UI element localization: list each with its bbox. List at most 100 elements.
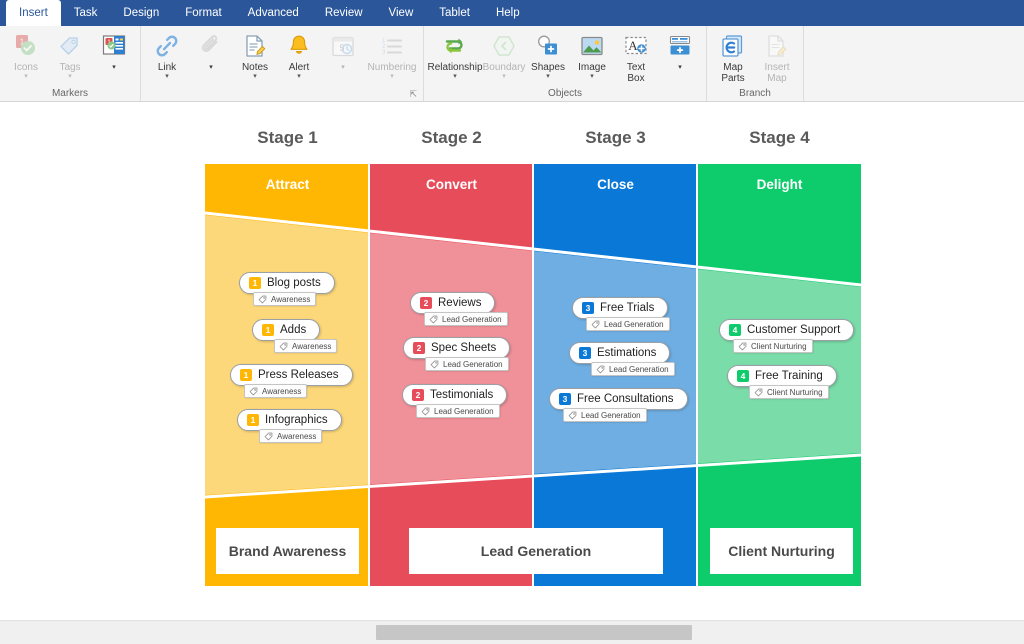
ribbon-button-image[interactable]: Image ▾ [570, 29, 614, 80]
ribbon-button-label: Alert [288, 62, 310, 73]
chevron-down-icon[interactable]: ▾ [453, 73, 457, 80]
topic-node[interactable]: 2 Testimonials Lead Generation [402, 384, 508, 418]
topic-node-pill[interactable]: 3 Estimations [569, 342, 671, 364]
topic-node-pill[interactable]: 4 Free Training [727, 365, 837, 387]
topic-node-pill[interactable]: 3 Free Consultations [549, 388, 688, 410]
topic-node[interactable]: 2 Reviews Lead Generation [410, 292, 508, 326]
topic-node-pill[interactable]: 1 Infographics [237, 409, 342, 431]
chevron-down-icon[interactable]: ▾ [297, 73, 301, 80]
paperclip-icon [198, 32, 224, 60]
topic-node[interactable]: 1 Blog posts Awareness [239, 272, 335, 306]
image-icon [579, 32, 605, 60]
topic-node[interactable]: 4 Customer Support Client Nurturing [719, 319, 855, 353]
ribbon-button-attach-files[interactable]: ▾ [189, 29, 233, 73]
topic-tag[interactable]: Lead Generation [563, 408, 647, 422]
map-index-icon: 1 [101, 32, 127, 60]
topic-tag-label: Lead Generation [581, 410, 641, 420]
calendar-icon: 5 [330, 32, 356, 60]
topic-node[interactable]: 3 Free Trials Lead Generation [572, 297, 670, 331]
ribbon-tab-review[interactable]: Review [312, 0, 376, 26]
tag-icon [57, 32, 83, 60]
topic-tag-label: Lead Generation [434, 406, 494, 416]
ribbon-tab-design[interactable]: Design [110, 0, 172, 26]
link-icon [154, 32, 180, 60]
topic-node-pill[interactable]: 1 Blog posts [239, 272, 335, 294]
funnel-column-title-close: Close [597, 177, 634, 192]
dialog-launcher-icon[interactable]: ⇱ [409, 89, 417, 100]
topic-tag[interactable]: Client Nurturing [749, 385, 829, 399]
ribbon-tab-advanced[interactable]: Advanced [235, 0, 312, 26]
ribbon-button-link[interactable]: Link ▾ [145, 29, 189, 80]
topic-node-label: Free Training [755, 370, 823, 382]
topic-tag[interactable]: Awareness [259, 429, 323, 443]
topic-tag[interactable]: Lead Generation [591, 362, 675, 376]
ribbon-button-shapes[interactable]: Shapes ▾ [526, 29, 570, 80]
topic-node[interactable]: 1 Adds Awareness [252, 319, 338, 353]
topic-node-pill[interactable]: 4 Customer Support [719, 319, 855, 341]
topic-tag-label: Lead Generation [442, 314, 502, 324]
boundary-icon [491, 32, 517, 60]
topic-node-pill[interactable]: 1 Adds [252, 319, 321, 341]
ribbon-group-branch: Map Parts Insert Map Branch [707, 26, 804, 101]
ribbon-tab-tablet[interactable]: Tablet [426, 0, 483, 26]
ribbon-tab-help[interactable]: Help [483, 0, 533, 26]
topic-tag[interactable]: Awareness [253, 292, 317, 306]
topic-node[interactable]: 3 Estimations Lead Generation [569, 342, 675, 376]
topic-node[interactable]: 2 Spec Sheets Lead Generation [403, 337, 511, 371]
map-canvas[interactable]: Stage 1 Attract 1 Blog posts Awareness 1 Adds A… [0, 102, 1024, 620]
ribbon-tab-insert[interactable]: Insert [6, 0, 61, 26]
ribbon-tab-task[interactable]: Task [61, 0, 111, 26]
ribbon-button-text-box[interactable]: A Text Box [614, 29, 658, 84]
topic-tag[interactable]: Awareness [244, 384, 308, 398]
ribbon-button-map-index[interactable]: 1 ▾ [92, 29, 136, 73]
ribbon-tab-bar: Insert Task Design Format Advanced Review View… [0, 0, 1024, 26]
topic-node-pill[interactable]: 1 Press Releases [230, 364, 353, 386]
topic-node[interactable]: 4 Free Training Client Nurturing [727, 365, 837, 399]
horizontal-scrollbar-thumb[interactable] [376, 625, 692, 640]
topic-tag[interactable]: Lead Generation [425, 357, 509, 371]
topic-node[interactable]: 3 Free Consultations Lead Generation [549, 388, 688, 422]
horizontal-scrollbar[interactable] [0, 620, 1024, 644]
relationship-icon [442, 32, 468, 60]
topic-node-pill[interactable]: 2 Spec Sheets [403, 337, 511, 359]
funnel-summary-box[interactable]: Lead Generation [409, 528, 663, 574]
topic-node[interactable]: 1 Press Releases Awareness [230, 364, 353, 398]
topic-node-pill[interactable]: 2 Testimonials [402, 384, 508, 406]
topic-node[interactable]: 1 Infographics Awareness [237, 409, 342, 443]
ribbon-button-map-parts[interactable]: Map Parts [711, 29, 755, 84]
ribbon-button-boundary: Boundary ▾ [482, 29, 526, 80]
stage-caption-1: Stage 1 [257, 128, 318, 147]
ribbon-tab-format[interactable]: Format [172, 0, 234, 26]
topic-node-label: Free Trials [600, 302, 655, 314]
ribbon-button-alert[interactable]: Alert ▾ [277, 29, 321, 80]
topic-node-pill[interactable]: 3 Free Trials [572, 297, 669, 319]
ribbon-button-smart-shapes[interactable]: ▾ [658, 29, 702, 73]
funnel-summary-box[interactable]: Brand Awareness [216, 528, 359, 574]
ribbon-button-label: Tags [59, 62, 81, 73]
notes-icon [242, 32, 268, 60]
insert-map-icon [764, 32, 790, 60]
ribbon-button-relationship[interactable]: Relationship ▾ [427, 29, 483, 80]
ribbon-button-numbering: 123 Numbering ▾ [365, 29, 419, 80]
tag-icon [279, 342, 288, 350]
ribbon-tab-view[interactable]: View [376, 0, 427, 26]
topic-tag[interactable]: Awareness [274, 339, 338, 353]
chevron-down-icon[interactable]: ▾ [590, 73, 594, 80]
topic-tag[interactable]: Client Nurturing [733, 339, 813, 353]
chevron-down-icon[interactable]: ▾ [253, 73, 257, 80]
ribbon-button-notes[interactable]: Notes ▾ [233, 29, 277, 80]
topic-tag-label: Awareness [277, 431, 317, 441]
ribbon-button-label: Map Parts [721, 62, 745, 84]
ribbon-button-label: Image [578, 62, 606, 73]
ribbon-group-title: Objects [548, 88, 582, 99]
tag-icon [421, 407, 430, 415]
funnel-summary-box[interactable]: Client Nurturing [710, 528, 853, 574]
topic-node-pill[interactable]: 2 Reviews [410, 292, 496, 314]
topic-tag[interactable]: Lead Generation [424, 312, 508, 326]
chevron-down-icon[interactable]: ▾ [546, 73, 550, 80]
topic-tag[interactable]: Lead Generation [586, 317, 670, 331]
funnel-column-title-attract: Attract [265, 177, 310, 192]
topic-number-badge: 2 [413, 342, 425, 354]
topic-tag[interactable]: Lead Generation [416, 404, 500, 418]
chevron-down-icon[interactable]: ▾ [165, 73, 169, 80]
